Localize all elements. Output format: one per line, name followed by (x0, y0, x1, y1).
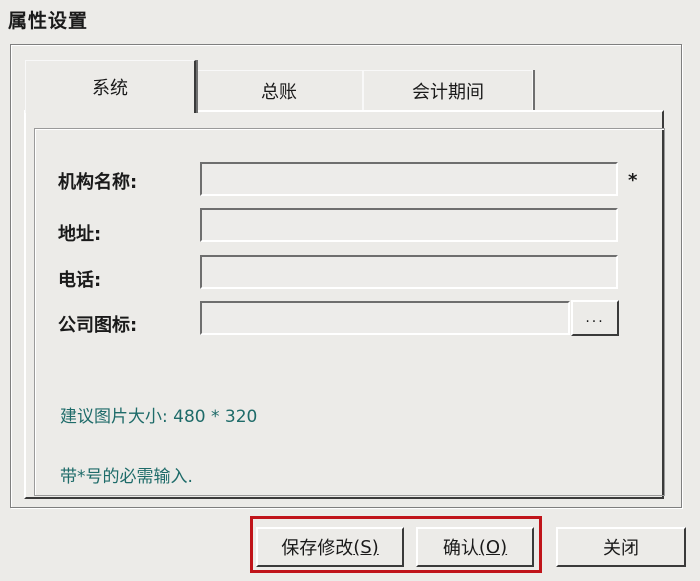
logo-path-input[interactable] (200, 301, 570, 335)
tab-system-label: 系统 (92, 78, 128, 99)
tab-accounting-period-label: 会计期间 (412, 82, 484, 103)
close-label: 关闭 (603, 538, 639, 559)
browse-logo-button[interactable]: ... (571, 300, 619, 336)
close-button[interactable]: 关闭 (556, 527, 686, 567)
save-changes-key: (S) (353, 536, 379, 558)
phone-input[interactable] (200, 255, 618, 289)
required-mark: * (628, 170, 638, 191)
tab-general-ledger[interactable]: 总账 (195, 70, 363, 111)
image-size-hint: 建议图片大小: 480 * 320 (60, 407, 258, 427)
tab-system[interactable]: 系统 (25, 60, 196, 113)
tab-general-ledger-label: 总账 (261, 82, 297, 103)
window-title: 属性设置 (8, 10, 89, 32)
browse-logo-label: ... (585, 310, 605, 326)
save-changes-button[interactable]: 保存修改 (S) (256, 527, 404, 567)
confirm-label: 确认 (442, 538, 479, 559)
confirm-button[interactable]: 确认 (O) (416, 527, 534, 567)
address-label: 地址: (58, 224, 102, 245)
confirm-key: (O) (478, 536, 508, 558)
org-name-label: 机构名称: (58, 172, 138, 193)
required-note: 带*号的必需输入. (60, 467, 193, 487)
logo-label: 公司图标: (58, 315, 138, 336)
save-changes-label: 保存修改 (281, 538, 354, 559)
address-input[interactable] (200, 208, 618, 242)
org-name-input[interactable] (200, 162, 618, 196)
tab-accounting-period[interactable]: 会计期间 (363, 70, 533, 111)
phone-label: 电话: (58, 270, 102, 291)
